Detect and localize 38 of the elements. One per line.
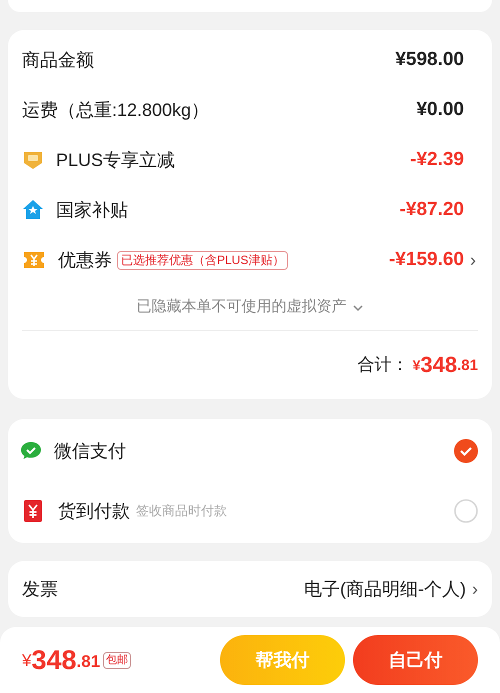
row-label: PLUS专享立减	[56, 148, 176, 172]
payment-note: 签收商品时付款	[136, 502, 227, 520]
total-decimal: .81	[457, 356, 478, 376]
radio-icon[interactable]	[454, 499, 478, 523]
amount: ¥598.00	[395, 48, 464, 72]
discount-amount: -¥87.20	[400, 198, 464, 222]
price-integer: 348	[31, 644, 77, 677]
total-currency: ¥	[412, 356, 420, 375]
price-currency: ¥	[22, 650, 32, 672]
invoice-value[interactable]: 电子(商品明细-个人)	[304, 576, 466, 602]
free-shipping-tag: 包邮	[103, 652, 132, 668]
price-decimal: .81	[76, 650, 100, 672]
chevron[interactable]: ›	[470, 246, 478, 274]
payment-label: 微信支付	[54, 440, 126, 462]
coupon-tag: 已选推荐优惠（含PLUS津贴）	[117, 250, 288, 270]
row-label: 运费（总重:12.800kg）	[22, 98, 210, 122]
payment-option[interactable]: 微信支付	[20, 421, 480, 481]
chat-bubble-icon	[20, 441, 42, 461]
discount-amount: -¥2.39	[410, 148, 464, 172]
payment-option[interactable]: 货到付款 签收商品时付款	[20, 481, 480, 541]
row-label: 国家补贴	[56, 198, 128, 222]
house-icon	[22, 199, 44, 221]
discount-amount: -¥159.60	[388, 248, 464, 272]
payment-label: 货到付款	[58, 500, 130, 522]
badge-icon	[22, 149, 44, 171]
coupon-icon	[22, 250, 46, 270]
pay-button[interactable]: 自己付	[353, 635, 478, 685]
hidden-assets-note[interactable]: 已隐藏本单不可使用的虚拟资产	[136, 296, 346, 319]
row-label: 优惠券	[58, 248, 112, 272]
total-label: 合计：	[358, 354, 409, 376]
invoice-label: 发票	[22, 578, 58, 600]
amount: ¥0.00	[416, 98, 464, 122]
radio-checked-icon[interactable]	[454, 439, 478, 463]
total-integer: 348	[420, 353, 458, 377]
chevron-down-icon	[352, 304, 364, 312]
row-label: 商品金额	[22, 48, 94, 72]
chevron[interactable]: ›	[472, 576, 478, 602]
yen-icon	[24, 500, 42, 522]
